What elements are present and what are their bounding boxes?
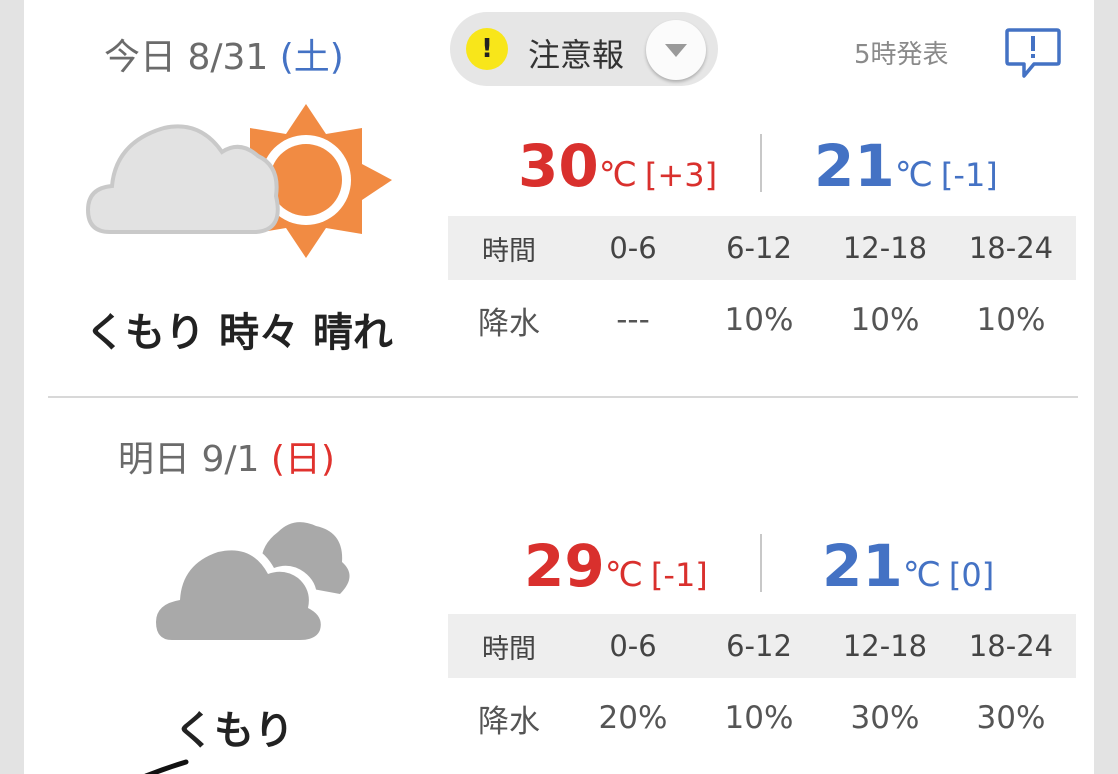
today-high-temp: 30℃ [+3] — [518, 132, 717, 200]
temp-separator — [760, 134, 762, 192]
precip-period: 6-12 — [726, 231, 792, 265]
tomorrow-high-diff: [-1] — [650, 556, 708, 594]
today-low-diff: [-1] — [940, 156, 998, 194]
precip-period: 0-6 — [609, 629, 657, 663]
cloudy-sunny-icon — [85, 104, 392, 258]
tomorrow-high-temp: 29℃ [-1] — [524, 532, 708, 600]
precip-value: 10% — [976, 302, 1046, 338]
precip-value: 10% — [850, 302, 920, 338]
tomorrow-date-prefix: 明日 — [118, 439, 191, 480]
precip-row-label: 降水 — [478, 305, 540, 342]
feedback-speech-bubble-icon[interactable] — [1004, 26, 1062, 80]
tomorrow-low-diff: [0] — [948, 556, 995, 594]
tomorrow-high-unit: ℃ — [604, 555, 643, 595]
today-low-value: 21 — [814, 132, 895, 200]
precip-value: 20% — [598, 700, 668, 736]
warning-exclamation-icon: ! — [466, 28, 508, 70]
today-high-unit: ℃ — [598, 155, 637, 195]
today-day-of-week: (土) — [279, 37, 344, 78]
today-precip-table: 時間 0-6 6-12 12-18 18-24 降水 --- 10% 10% 1… — [448, 216, 1076, 352]
precip-row-label: 降水 — [478, 703, 540, 740]
pen-mark — [144, 759, 189, 774]
today-low-unit: ℃ — [894, 155, 933, 195]
tomorrow-day-of-week: (日) — [270, 439, 335, 480]
forecast-card: 今日 8/31 (土) ! 注意報 5時発表 くもり 時々 晴れ 30℃ [+3]… — [24, 0, 1094, 774]
precip-header-row: 時間 0-6 6-12 12-18 18-24 — [448, 216, 1076, 280]
today-high-value: 30 — [518, 132, 599, 200]
today-date-value: 8/31 — [187, 37, 269, 78]
cloud-icon — [85, 124, 280, 234]
precip-value: --- — [616, 302, 650, 338]
precip-period: 12-18 — [842, 629, 928, 663]
today-date-prefix: 今日 — [104, 37, 177, 78]
precip-period: 18-24 — [968, 231, 1054, 265]
precip-value-row: 降水 20% 10% 30% 30% — [448, 686, 1076, 750]
tomorrow-low-value: 21 — [822, 532, 903, 600]
tomorrow-date: 明日 9/1 (日) — [118, 430, 335, 482]
alert-label: 注意報 — [528, 36, 625, 74]
tomorrow-date-value: 9/1 — [201, 439, 260, 480]
tomorrow-precip-table: 時間 0-6 6-12 12-18 18-24 降水 20% 10% 30% 3… — [448, 614, 1076, 750]
today-low-temp: 21℃ [-1] — [814, 132, 998, 200]
alert-pill[interactable]: ! 注意報 — [450, 12, 718, 86]
tomorrow-low-temp: 21℃ [0] — [822, 532, 994, 600]
precip-value: 10% — [724, 700, 794, 736]
cloudy-icon — [150, 522, 350, 644]
today-high-diff: [+3] — [644, 156, 718, 194]
precip-value: 30% — [850, 700, 920, 736]
precip-value: 30% — [976, 700, 1046, 736]
precip-period: 0-6 — [609, 231, 657, 265]
precip-header-label: 時間 — [482, 235, 536, 267]
precip-period: 12-18 — [842, 231, 928, 265]
precip-value: 10% — [724, 302, 794, 338]
precip-header-row: 時間 0-6 6-12 12-18 18-24 — [448, 614, 1076, 678]
tomorrow-high-value: 29 — [524, 532, 605, 600]
today-weather-text: くもり 時々 晴れ — [85, 310, 393, 356]
precip-period: 18-24 — [968, 629, 1054, 663]
today-date: 今日 8/31 (土) — [104, 28, 344, 80]
tomorrow-weather-text: くもり — [174, 708, 294, 754]
chevron-down-icon — [665, 44, 687, 57]
section-divider — [48, 396, 1078, 398]
alert-toggle-button[interactable] — [646, 20, 706, 80]
precip-period: 6-12 — [726, 629, 792, 663]
tomorrow-low-unit: ℃ — [902, 555, 941, 595]
precip-header-label: 時間 — [482, 633, 536, 665]
precip-value-row: 降水 --- 10% 10% 10% — [448, 288, 1076, 352]
issued-time: 5時発表 — [854, 40, 949, 70]
temp-separator — [760, 534, 762, 592]
